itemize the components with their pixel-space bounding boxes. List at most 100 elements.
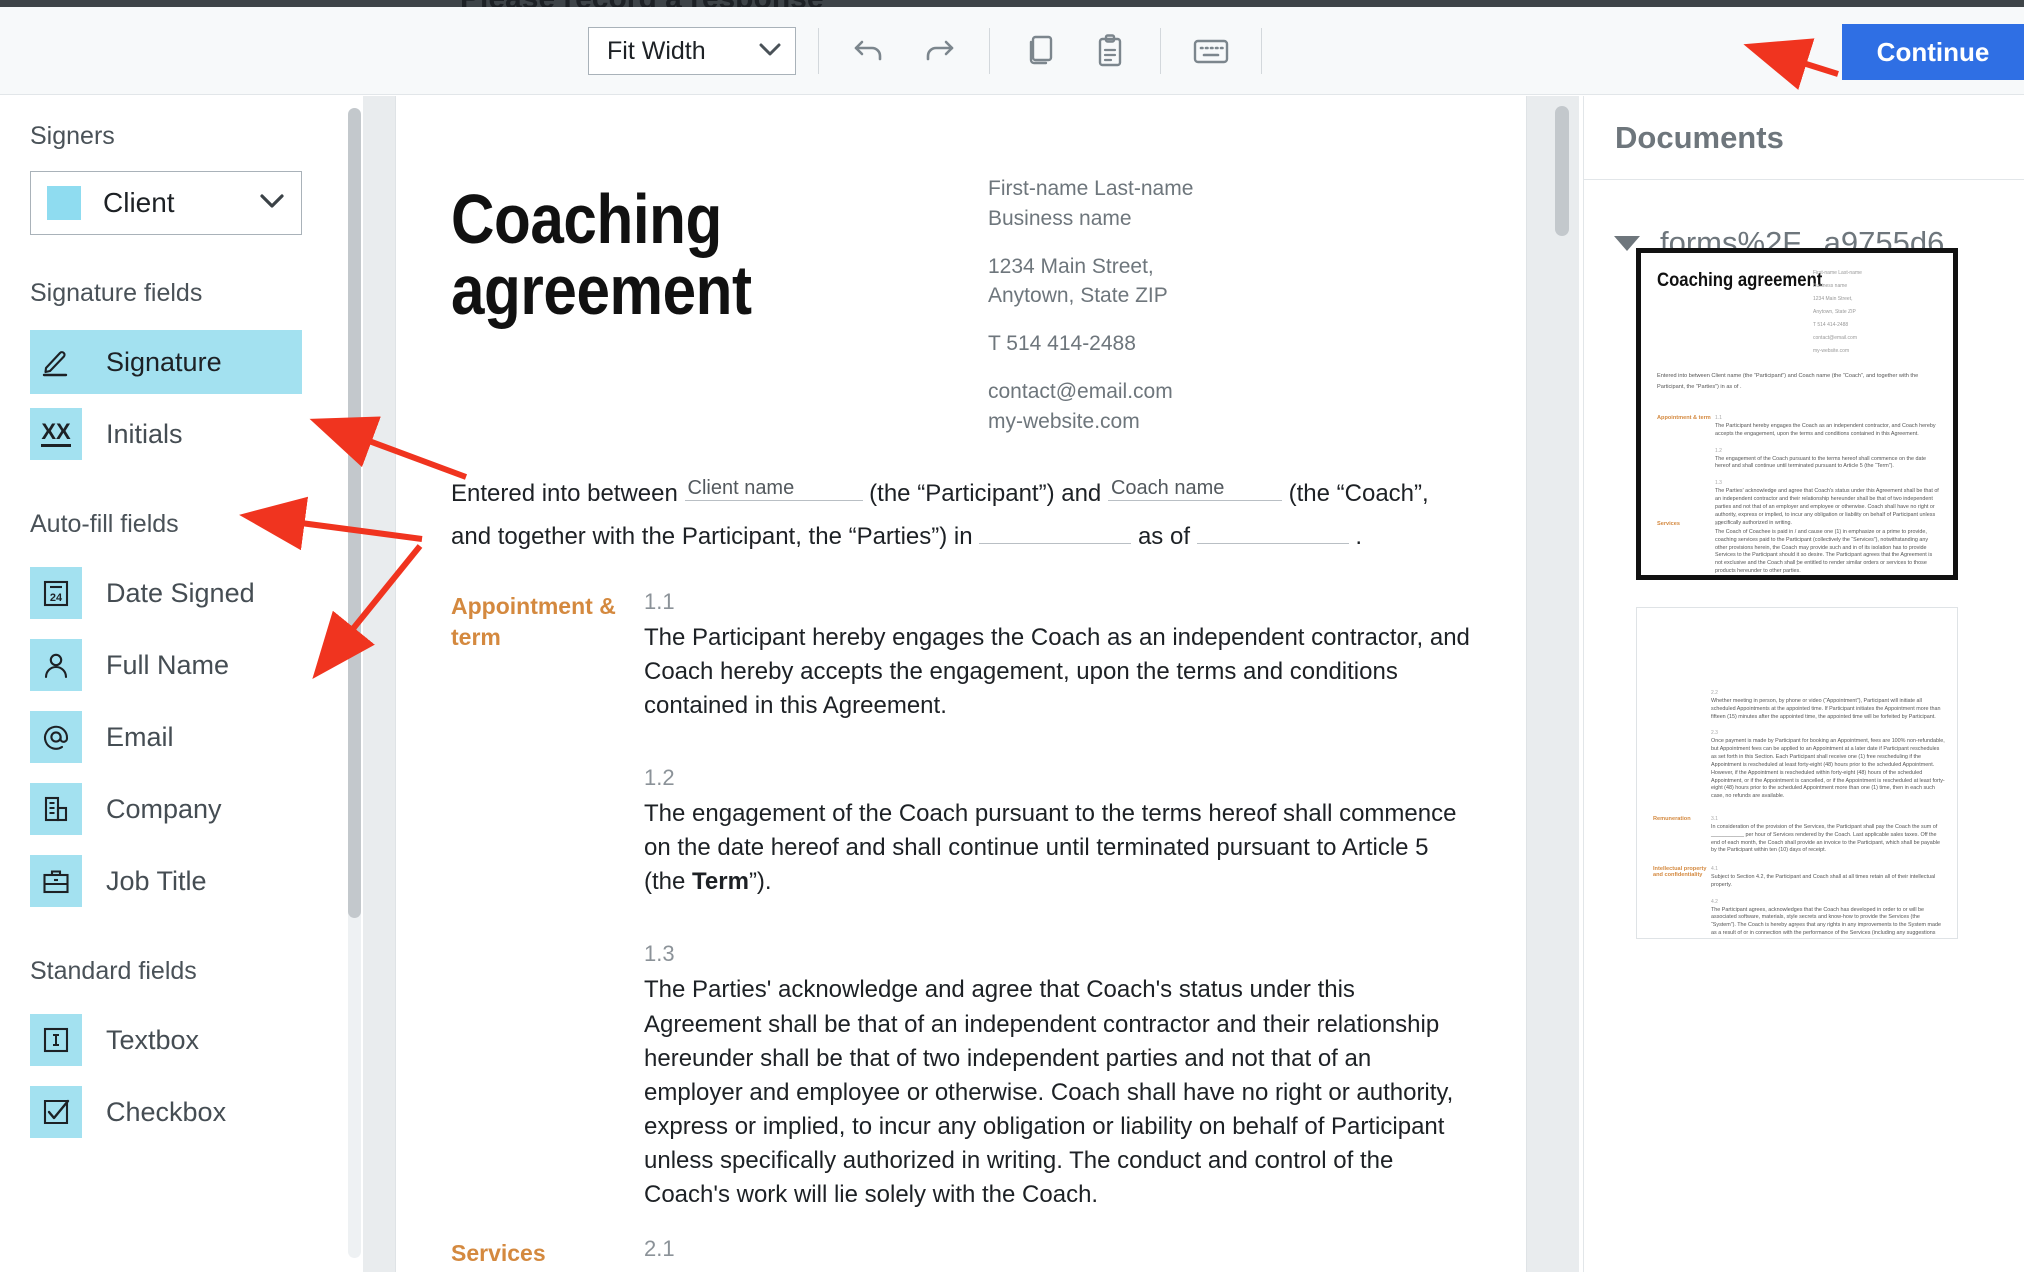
pen-icon (30, 336, 82, 388)
page-thumbnail-2[interactable]: 2.2 Whether meeting in person, by phone … (1636, 607, 1958, 939)
zoom-level-select[interactable]: Fit Width (588, 27, 796, 75)
paste-icon[interactable] (1082, 25, 1138, 77)
thumbnail-clause-text: The engagement of the Coach pursuant to … (1715, 455, 1926, 470)
signer-select[interactable]: Client (30, 171, 302, 235)
checkbox-icon (30, 1086, 82, 1138)
thumbnail-clause-text: The Participant hereby engages the Coach… (1715, 423, 1936, 437)
calendar-24-icon: 24 (30, 567, 82, 619)
clause-1-2: 1.2 The engagement of the Coach pursuant… (644, 765, 1471, 899)
contact-website: my-website.com (988, 409, 1140, 433)
clause-number: 2.1 (644, 1236, 675, 1261)
thumbnail-clause-num: 4.1 (1711, 866, 1718, 872)
field-item-full-name[interactable]: Full Name (30, 633, 302, 697)
toolbar: Fit Width Continue (0, 7, 2024, 95)
toolbar-divider (989, 28, 990, 74)
documents-panel-header: Documents (1584, 96, 2024, 180)
field-item-date-signed[interactable]: 24 Date Signed (30, 561, 302, 625)
thumbnail-page-number: 2 (1795, 924, 1799, 930)
at-sign-icon (30, 711, 82, 763)
thumbnail-preview: 2.2 Whether meeting in person, by phone … (1637, 608, 1957, 938)
contact-email: contact@email.com (988, 380, 1173, 404)
contact-city: Anytown, State ZIP (988, 284, 1168, 308)
thumbnail-page-number: 1 (1795, 561, 1799, 567)
toolbar-divider (818, 28, 819, 74)
date-field[interactable] (1196, 514, 1349, 544)
field-label: Initials (106, 418, 183, 449)
thumbnail-clause-num: 1.2 (1715, 447, 1722, 454)
field-item-initials[interactable]: XX Initials (30, 402, 302, 466)
section-clauses: 1.1 The Participant hereby engages the C… (644, 589, 1471, 1212)
chevron-down-icon (259, 191, 285, 215)
section-appointment-term: Appointment & term 1.1 The Participant h… (451, 589, 1471, 1212)
document-title: Coaching agreement (451, 180, 752, 330)
sidebar-scrollbar[interactable] (348, 108, 361, 1258)
thumbnail-contact: First-name Last-name Business name 1234 … (1813, 269, 1862, 360)
xx-icon: XX (30, 408, 82, 460)
undo-icon[interactable] (841, 25, 897, 77)
field-label: Date Signed (106, 577, 255, 608)
entered-text-2: (the “Participant”) and (869, 480, 1102, 507)
field-item-signature[interactable]: Signature (30, 330, 302, 394)
clause-number: 1.3 (644, 941, 675, 967)
thumbnail-section-body: 3.1 In consideration of the provision of… (1711, 816, 1945, 864)
field-label: Full Name (106, 649, 230, 680)
thumbnail-clause-num: 3.1 (1711, 816, 1718, 822)
person-icon (30, 639, 82, 691)
entered-text-1: Entered into between (451, 480, 678, 507)
clause-1-3: 1.3 The Parties' acknowledge and agree t… (644, 941, 1471, 1212)
contact-address-block: 1234 Main Street, Anytown, State ZIP (988, 252, 1193, 312)
document-viewer: Coaching agreement First-name Last-name … (363, 96, 1579, 1272)
sidebar-scrollbar-thumb[interactable] (348, 108, 361, 918)
documents-panel-title: Documents (1615, 119, 1784, 155)
thumbnail-contact-line: First-name Last-name (1813, 270, 1862, 276)
thumbnail-clause-text: In consideration of the provision of the… (1711, 824, 1940, 854)
thumbnail-section-remuneration: Remuneration 3.1 In consideration of the… (1653, 816, 1945, 864)
thumbnail-clause-num: 1.3 (1715, 480, 1722, 487)
page-thumbnail-1[interactable]: Coaching agreement First-name Last-name … (1636, 248, 1958, 580)
field-item-company[interactable]: Company (30, 777, 302, 841)
client-name-field[interactable]: Client name (684, 471, 863, 501)
thumbnail-clause-text: Once payment is made by Participant for … (1711, 738, 1945, 800)
documents-panel: Documents forms%2F...a9755d6 Coaching ag… (1583, 96, 2024, 1272)
copy-icon[interactable] (1012, 25, 1068, 77)
document-scrollbar-thumb[interactable] (1555, 106, 1569, 236)
left-sidebar: Signers Client Signature fields Signatur… (0, 96, 330, 1272)
field-item-checkbox[interactable]: Checkbox (30, 1080, 302, 1144)
app-root: Please record a response Fit Width (0, 0, 2024, 1272)
thumbnail-clause-num: 1.1 (1715, 415, 1722, 421)
signers-section: Signers Client (0, 96, 330, 235)
clause-text: The Parties' acknowledge and agree that … (644, 976, 1454, 1208)
svg-text:24: 24 (50, 592, 63, 604)
contact-phone: T 514 414-2488 (988, 332, 1136, 356)
redo-icon[interactable] (911, 25, 967, 77)
clause-text-part2: ”). (748, 868, 772, 896)
thumbnail-clause-text: Whether meeting in person, by phone or v… (1711, 698, 1941, 720)
continue-button[interactable]: Continue (1842, 24, 2024, 80)
thumbnail-section-body: 1.1 The Participant hereby engages the C… (1715, 415, 1941, 536)
zoom-level-value: Fit Width (607, 36, 706, 65)
clause-text-bold: Term (692, 868, 749, 896)
coach-name-field[interactable]: Coach name (1107, 471, 1282, 501)
entered-text-4: as of (1137, 522, 1190, 550)
keyboard-icon[interactable] (1183, 25, 1239, 77)
thumbnail-section-body: 2.2 Whether meeting in person, by phone … (1711, 690, 1945, 810)
field-item-email[interactable]: Email (30, 705, 302, 769)
thumbnail-contact-line: T 514 414-2488 (1813, 322, 1849, 328)
contact-email-block: contact@email.com my-website.com (988, 377, 1193, 437)
thumbnail-clause-num: 4.2 (1711, 898, 1718, 905)
clause-1-1: 1.1 The Participant hereby engages the C… (644, 589, 1471, 723)
clause-number: 1.1 (644, 589, 675, 614)
toolbar-controls: Fit Width (588, 7, 1284, 95)
clause-text: The engagement of the Coach pursuant to … (644, 797, 1471, 899)
place-field[interactable] (979, 514, 1132, 544)
document-scrollbar[interactable] (1555, 106, 1569, 1236)
section-clauses: 2.1 (644, 1236, 1471, 1269)
document-page: Coaching agreement First-name Last-name … (396, 96, 1526, 1272)
autofill-fields-list: 24 Date Signed Full Name Email Company J… (0, 561, 330, 913)
coach-name-placeholder: Coach name (1110, 477, 1225, 499)
thumbnail-clause-text: Subject to Section 4.2, the Participant … (1711, 874, 1936, 888)
field-item-textbox[interactable]: Textbox (30, 1008, 302, 1072)
field-item-job-title[interactable]: Job Title (30, 849, 302, 913)
field-label: Job Title (106, 865, 207, 896)
entered-text-5: . (1355, 522, 1362, 550)
